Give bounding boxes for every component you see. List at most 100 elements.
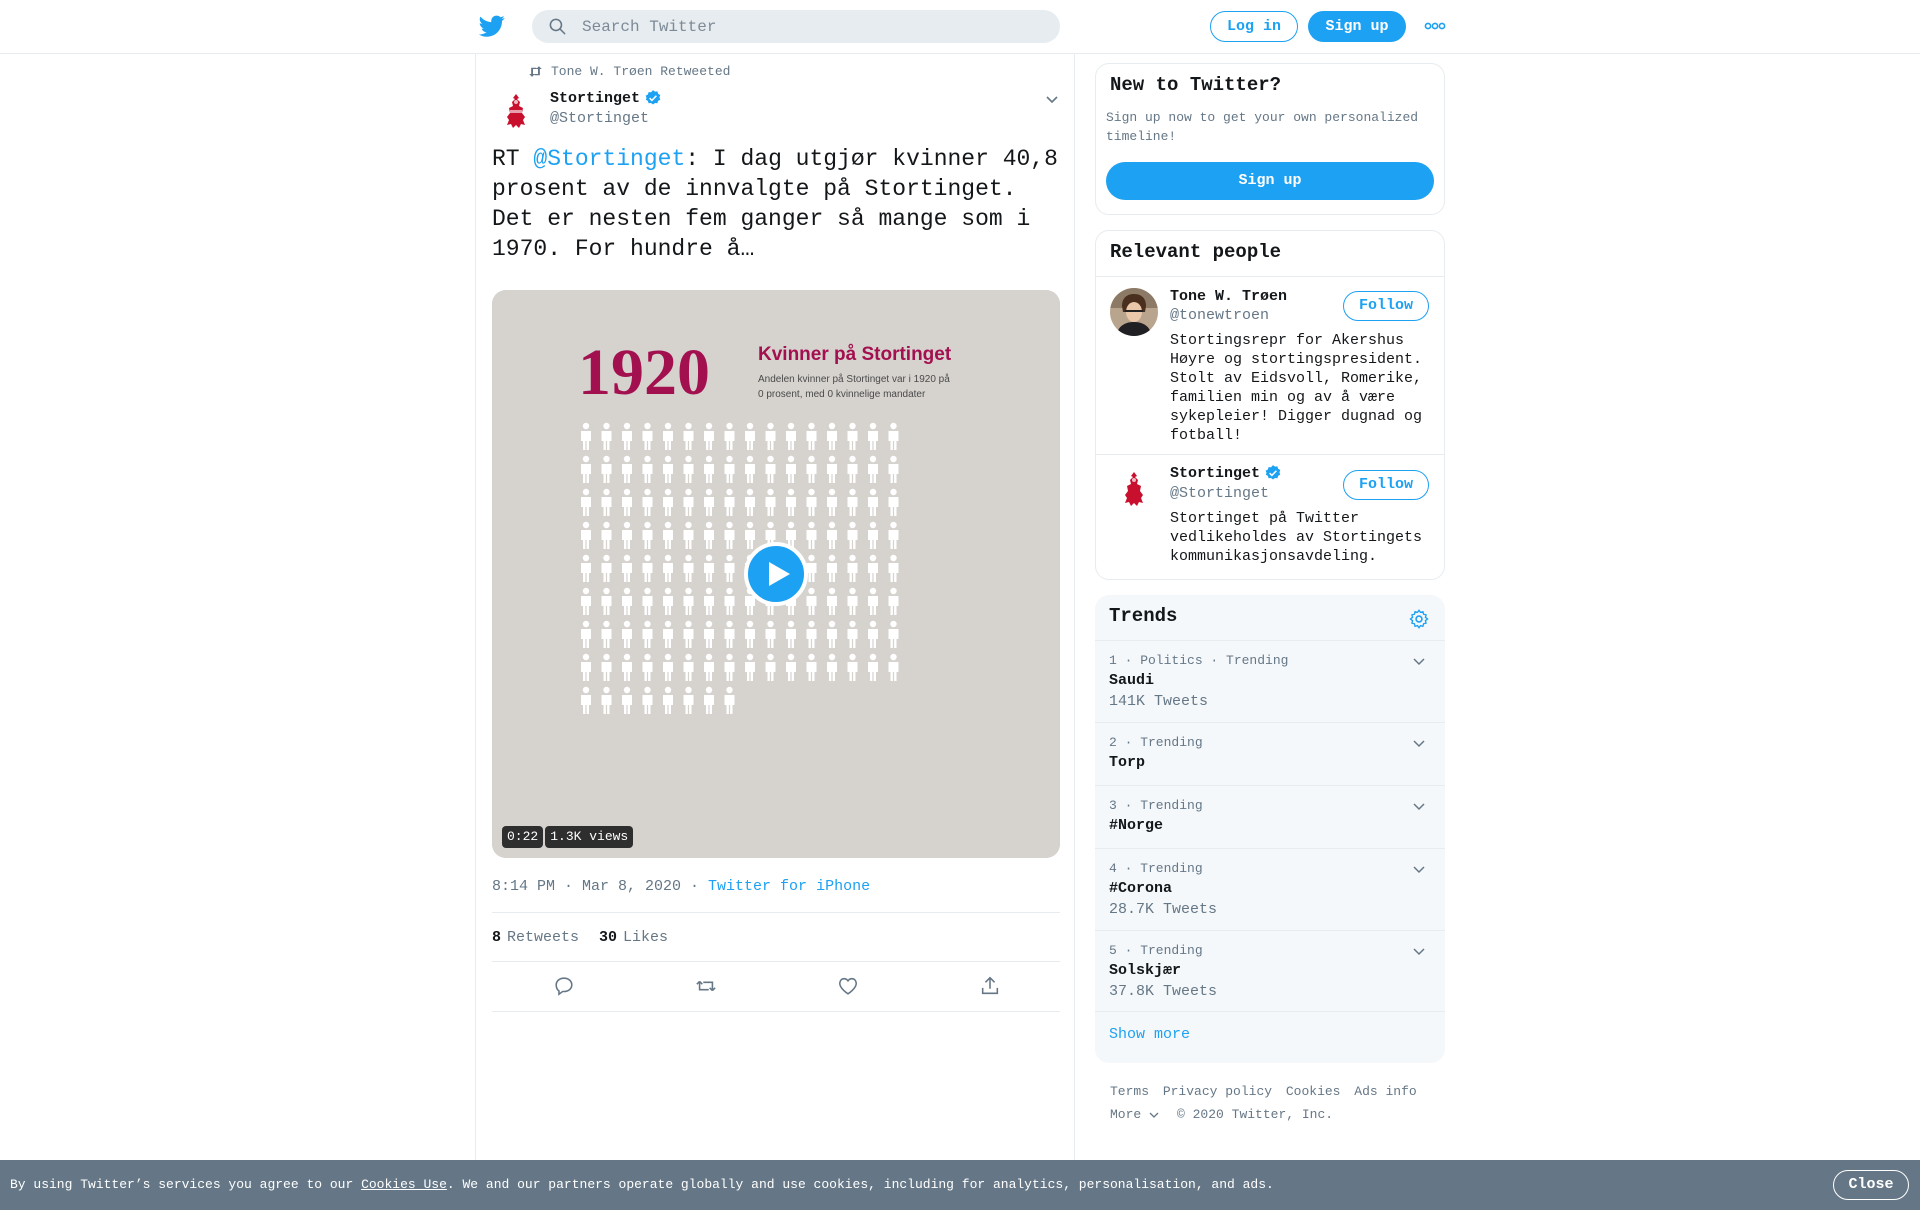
footer-more-menu[interactable]: More (1110, 1103, 1159, 1126)
footer-link-terms[interactable]: Terms (1110, 1084, 1149, 1099)
play-icon (769, 562, 790, 586)
chevron-down-icon[interactable] (1411, 653, 1427, 669)
person-bio: Stortingsrepr for Akershus Høyre og stor… (1170, 332, 1423, 444)
trend-meta: 1 · Politics · Trending (1109, 653, 1289, 668)
copyright: © 2020 Twitter, Inc. (1177, 1107, 1334, 1122)
new-to-twitter-card: New to Twitter? Sign up now to get your … (1095, 63, 1445, 215)
author-name[interactable]: Stortinget (550, 89, 662, 107)
chevron-down-icon[interactable] (1411, 861, 1427, 877)
trend-name[interactable]: Torp (1109, 754, 1145, 771)
person-handle[interactable]: @Stortinget (1170, 485, 1269, 502)
avatar[interactable] (1110, 466, 1158, 514)
reply-icon[interactable] (553, 975, 575, 997)
chevron-down-icon[interactable] (1411, 735, 1427, 751)
tweet-meta: 8:14 PM · Mar 8, 2020 · Twitter for iPho… (492, 878, 870, 895)
new-to-twitter-description: Sign up now to get your own personalized… (1106, 110, 1419, 144)
trend-item[interactable]: 4 · Trending #Corona 28.7K Tweets (1095, 848, 1445, 930)
cookie-consent-bar: By using Twitter’s services you agree to… (0, 1160, 1920, 1210)
trend-count: 37.8K Tweets (1109, 983, 1218, 1000)
search-input[interactable] (582, 10, 1042, 43)
avatar[interactable] (1110, 288, 1158, 336)
gear-icon[interactable] (1408, 608, 1430, 630)
footer-links: Terms Privacy policy Cookies Ads info Mo… (1110, 1080, 1450, 1126)
follow-button[interactable]: Follow (1343, 291, 1429, 321)
cookies-use-link[interactable]: Cookies Use (361, 1177, 447, 1192)
author-name-text[interactable]: Stortinget (550, 90, 640, 107)
twitter-bird-icon[interactable] (478, 13, 506, 39)
footer-more-label[interactable]: More (1110, 1103, 1141, 1126)
trend-item[interactable]: 1 · Politics · Trending Saudi 141K Tweet… (1095, 640, 1445, 722)
likes-stat[interactable]: 30 Likes (599, 929, 668, 946)
person-photo (1110, 288, 1158, 336)
tweet-actions (492, 962, 1060, 1012)
login-button[interactable]: Log in (1210, 11, 1298, 42)
trend-name[interactable]: #Norge (1109, 817, 1163, 834)
person-tonewtroen[interactable]: Tone W. Trøen @tonewtroen Follow Stortin… (1096, 276, 1444, 451)
search-icon (549, 18, 566, 35)
retweets-stat[interactable]: 8 Retweets (492, 929, 579, 946)
signup-wide-button[interactable]: Sign up (1106, 162, 1434, 200)
person-name[interactable]: Tone W. Trøen (1170, 288, 1287, 305)
trends-card: Trends 1 · Politics · Trending Saudi 141… (1095, 595, 1445, 1063)
footer-link-privacy[interactable]: Privacy policy (1163, 1084, 1272, 1099)
trend-meta: 2 · Trending (1109, 735, 1203, 750)
verified-badge-icon (1265, 465, 1281, 480)
footer-link-ads-info[interactable]: Ads info (1354, 1084, 1416, 1099)
person-name[interactable]: Stortinget (1170, 464, 1282, 482)
more-dots-icon[interactable] (1424, 20, 1446, 32)
person-name-text[interactable]: Stortinget (1170, 465, 1260, 482)
stortinget-lion-logo (1110, 466, 1158, 514)
trend-name[interactable]: #Corona (1109, 880, 1172, 897)
trend-item[interactable]: 2 · Trending Torp (1095, 722, 1445, 785)
tweet-source[interactable]: Twitter for iPhone (708, 878, 870, 895)
meta-separator: · (681, 878, 709, 895)
media-caption-line1: Andelen kvinner på Stortinget var i 1920… (758, 373, 950, 385)
retweet-context: Tone W. Trøen Retweeted (528, 64, 730, 79)
retweet-action-icon[interactable] (695, 975, 717, 997)
tweet-video[interactable]: 1920 Kvinner på Stortinget Andelen kvinn… (492, 290, 1060, 858)
play-button[interactable] (744, 542, 808, 606)
follow-button[interactable]: Follow (1343, 470, 1429, 500)
video-duration: 0:22 (502, 826, 544, 848)
tweet-stats: 8 Retweets 30 Likes (492, 912, 1060, 962)
top-header: Log in Sign up (0, 0, 1920, 54)
video-info-badge: 0:22 1.3K views (502, 826, 634, 848)
author-handle[interactable]: @Stortinget (550, 110, 649, 127)
tweet-mention-link[interactable]: @Stortinget (533, 146, 685, 172)
heart-icon[interactable] (837, 975, 859, 997)
search-box[interactable] (532, 10, 1060, 43)
footer-link-cookies[interactable]: Cookies (1286, 1084, 1341, 1099)
retweets-label: Retweets (507, 928, 580, 946)
trend-item[interactable]: 5 · Trending Solskjær 37.8K Tweets (1095, 930, 1445, 1012)
close-cookie-button[interactable]: Close (1833, 1170, 1909, 1200)
trend-meta: 3 · Trending (1109, 798, 1203, 813)
retweets-count: 8 (492, 928, 502, 946)
verified-badge-icon (645, 90, 661, 105)
trend-name[interactable]: Saudi (1109, 672, 1154, 689)
show-more-link[interactable]: Show more (1109, 1026, 1190, 1043)
cookie-text-after: . We and our partners operate globally a… (446, 1177, 1274, 1192)
likes-label: Likes (623, 928, 669, 946)
avatar[interactable] (492, 88, 540, 136)
trend-meta: 4 · Trending (1109, 861, 1203, 876)
media-caption-line2: 0 prosent, med 0 kvinnelige mandater (758, 389, 926, 400)
trend-count: 28.7K Tweets (1109, 901, 1218, 918)
tweet-detail-column: Tone W. Trøen Retweeted Stortinget @Stor… (475, 54, 1075, 1160)
person-stortinget[interactable]: Stortinget @Stortinget Follow Stortinget… (1096, 454, 1444, 579)
trend-item[interactable]: 3 · Trending #Norge (1095, 785, 1445, 848)
person-bio: Stortinget på Twitter vedlikeholdes av S… (1170, 510, 1423, 565)
chevron-down-icon[interactable] (1043, 90, 1061, 108)
chevron-down-icon[interactable] (1411, 943, 1427, 959)
video-views: 1.3K views (545, 826, 634, 848)
person-handle[interactable]: @tonewtroen (1170, 307, 1269, 324)
retweet-icon (529, 66, 542, 77)
signup-button[interactable]: Sign up (1308, 11, 1406, 42)
share-icon[interactable] (979, 975, 1001, 997)
relevant-people-title: Relevant people (1110, 241, 1282, 263)
media-year: 1920 (578, 336, 710, 409)
trends-title: Trends (1109, 605, 1178, 627)
trend-name[interactable]: Solskjær (1109, 962, 1181, 979)
retweeted-by-label[interactable]: Tone W. Trøen Retweeted (551, 64, 730, 79)
chevron-down-icon[interactable] (1411, 798, 1427, 814)
tweet-timestamp[interactable]: 8:14 PM · Mar 8, 2020 (492, 878, 681, 895)
